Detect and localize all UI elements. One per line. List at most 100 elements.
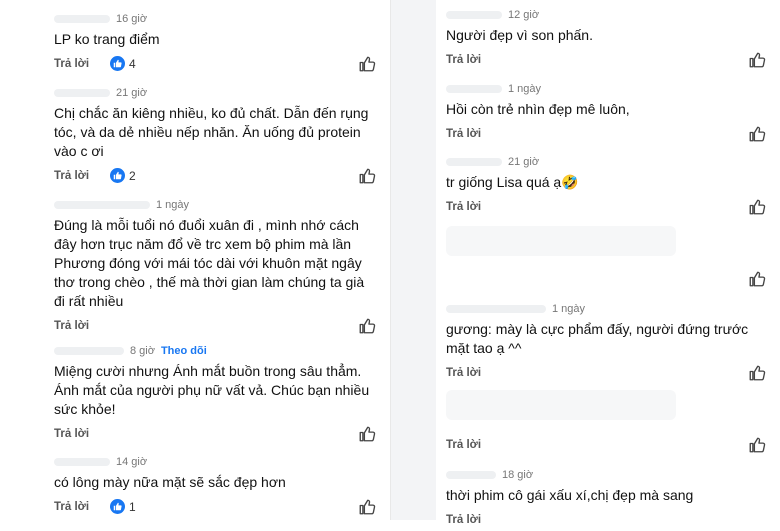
comment-time: 16 giờ (116, 13, 148, 25)
comment-actions: Trả lời (446, 125, 766, 145)
comment-text: Đúng là mỗi tuổi nó đuổi xuân đi , mình … (54, 217, 365, 309)
comment-time: 21 giờ (508, 156, 540, 168)
comment-actions: Trả lời (446, 51, 766, 71)
comment-text: LP ko trang điểm (54, 31, 160, 47)
thumbs-up-outline-icon[interactable] (358, 317, 376, 335)
comment-item: 16 giờ LP ko trang điểm Trả lời 4 (54, 12, 376, 75)
author-name-blurred (54, 201, 150, 210)
reply-button[interactable]: Trả lời (54, 58, 89, 70)
comment-meta: 1 ngày (446, 82, 766, 96)
thumbs-up-outline-icon[interactable] (748, 364, 766, 382)
left-comment-panel: 16 giờ LP ko trang điểm Trả lời 4 21 giờ… (44, 0, 391, 520)
comment-time: 18 giờ (502, 469, 534, 481)
comment-text: gương: mày là cực phẩm đấy, người đứng t… (446, 321, 749, 356)
comment-item: Trả lời (446, 430, 766, 456)
blurred-comment-placeholder (446, 226, 676, 256)
thumbs-up-outline-icon[interactable] (748, 270, 766, 288)
comment-meta: 16 giờ (54, 12, 376, 26)
reply-button[interactable]: Trả lời (446, 128, 481, 140)
like-number: 1 (129, 499, 136, 514)
thumbs-up-outline-icon[interactable] (748, 125, 766, 143)
thumbs-up-outline-icon[interactable] (358, 498, 376, 516)
comment-time: 12 giờ (508, 9, 540, 21)
comment-meta: 1 ngày (54, 198, 376, 212)
comment-text: Hồi còn trẻ nhìn đẹp mê luôn, (446, 101, 630, 117)
comment-actions: Trả lời 4 (54, 55, 376, 75)
author-name-blurred (54, 15, 110, 24)
reply-button[interactable]: Trả lời (446, 54, 481, 66)
right-comment-panel: 12 giờ Người đẹp vì son phấn. Trả lời 1 … (436, 0, 780, 526)
comment-actions: Trả lời 1 (54, 498, 376, 518)
comment-item: 14 giờ có lông mày nữa mặt sẽ sắc đẹp hơ… (54, 455, 376, 518)
comment-item: 1 ngày Hồi còn trẻ nhìn đẹp mê luôn, Trả… (446, 82, 766, 145)
comment-actions: Trả lời (446, 364, 766, 384)
comment-actions: Trả lời (446, 198, 766, 218)
comment-meta: 8 giờ Theo dõi (54, 344, 376, 358)
comment-item: 1 ngày Đúng là mỗi tuổi nó đuổi xuân đi … (54, 198, 376, 337)
reply-button[interactable]: Trả lời (446, 514, 481, 526)
author-name-blurred (54, 458, 110, 467)
comment-meta: 1 ngày (446, 302, 766, 316)
comment-actions: Trả lời (446, 511, 766, 531)
thumbs-up-outline-icon[interactable] (748, 436, 766, 454)
thumbs-up-badge-icon (110, 499, 125, 514)
comment-time: 21 giờ (116, 87, 148, 99)
author-name-blurred (446, 471, 496, 480)
thumbs-up-outline-icon[interactable] (358, 167, 376, 185)
like-count[interactable]: 1 (110, 499, 136, 514)
like-number: 4 (129, 56, 136, 71)
comment-item: 21 giờ tr giống Lisa quá ạ🤣 Trả lời (446, 155, 766, 218)
comment-text: Miệng cười nhưng Ánh mắt buồn trong sâu … (54, 363, 370, 417)
author-name-blurred (446, 85, 502, 94)
thumbs-up-outline-icon[interactable] (358, 55, 376, 73)
comment-time: 1 ngày (508, 83, 542, 95)
comment-meta: 18 giờ (446, 468, 766, 482)
comment-actions: Trả lời 2 (54, 167, 376, 187)
comment-time: 1 ngày (552, 303, 586, 315)
comment-text: Người đẹp vì son phấn. (446, 27, 593, 43)
author-name-blurred (446, 305, 546, 314)
comment-item: 12 giờ Người đẹp vì son phấn. Trả lời (446, 8, 766, 71)
comment-text: thời phim cô gái xấu xí,chị đẹp mà sang (446, 487, 694, 503)
comment-meta: 21 giờ (54, 86, 376, 100)
author-name-blurred (54, 347, 124, 356)
comment-text: tr giống Lisa quá ạ🤣 (446, 174, 579, 190)
follow-button[interactable]: Theo dõi (161, 345, 207, 357)
like-count[interactable]: 2 (110, 168, 136, 183)
comment-text: Chị chắc ăn kiêng nhiều, ko đủ chất. Dẫn… (54, 105, 369, 159)
comment-actions: Trả lời (446, 436, 766, 456)
reply-button[interactable]: Trả lời (54, 428, 89, 440)
author-name-blurred (446, 11, 502, 20)
comment-item: 1 ngày gương: mày là cực phẩm đấy, người… (446, 302, 766, 384)
thumbs-up-badge-icon (110, 56, 125, 71)
reply-button[interactable]: Trả lời (446, 367, 481, 379)
author-name-blurred (54, 89, 110, 98)
like-number: 2 (129, 168, 136, 183)
comment-meta: 14 giờ (54, 455, 376, 469)
comment-time: 14 giờ (116, 456, 148, 468)
comment-actions: Trả lời (54, 317, 376, 337)
thumbs-up-badge-icon (110, 168, 125, 183)
reply-button[interactable]: Trả lời (446, 201, 481, 213)
reply-button[interactable]: Trả lời (54, 170, 89, 182)
comment-actions: Trả lời (54, 425, 376, 445)
comment-time: 1 ngày (156, 199, 190, 211)
comment-item: 8 giờ Theo dõi Miệng cười nhưng Ánh mắt b… (54, 344, 376, 445)
thumbs-up-outline-icon[interactable] (358, 425, 376, 443)
thumbs-up-outline-icon[interactable] (748, 198, 766, 216)
panel-divider (391, 0, 436, 520)
like-count[interactable]: 4 (110, 56, 136, 71)
reply-button[interactable]: Trả lời (446, 439, 481, 451)
thumbs-up-outline-icon[interactable] (748, 51, 766, 69)
reply-button[interactable]: Trả lời (54, 501, 89, 513)
comment-item: 21 giờ Chị chắc ăn kiêng nhiều, ko đủ ch… (54, 86, 376, 187)
comment-text: có lông mày nữa mặt sẽ sắc đẹp hơn (54, 474, 286, 490)
comment-item (446, 264, 766, 290)
comment-item: 18 giờ thời phim cô gái xấu xí,chị đẹp m… (446, 468, 766, 531)
author-name-blurred (446, 158, 502, 167)
reply-button[interactable]: Trả lời (54, 320, 89, 332)
comment-time: 8 giờ (130, 345, 155, 357)
comment-actions (446, 270, 766, 290)
comment-meta: 12 giờ (446, 8, 766, 22)
comment-meta: 21 giờ (446, 155, 766, 169)
